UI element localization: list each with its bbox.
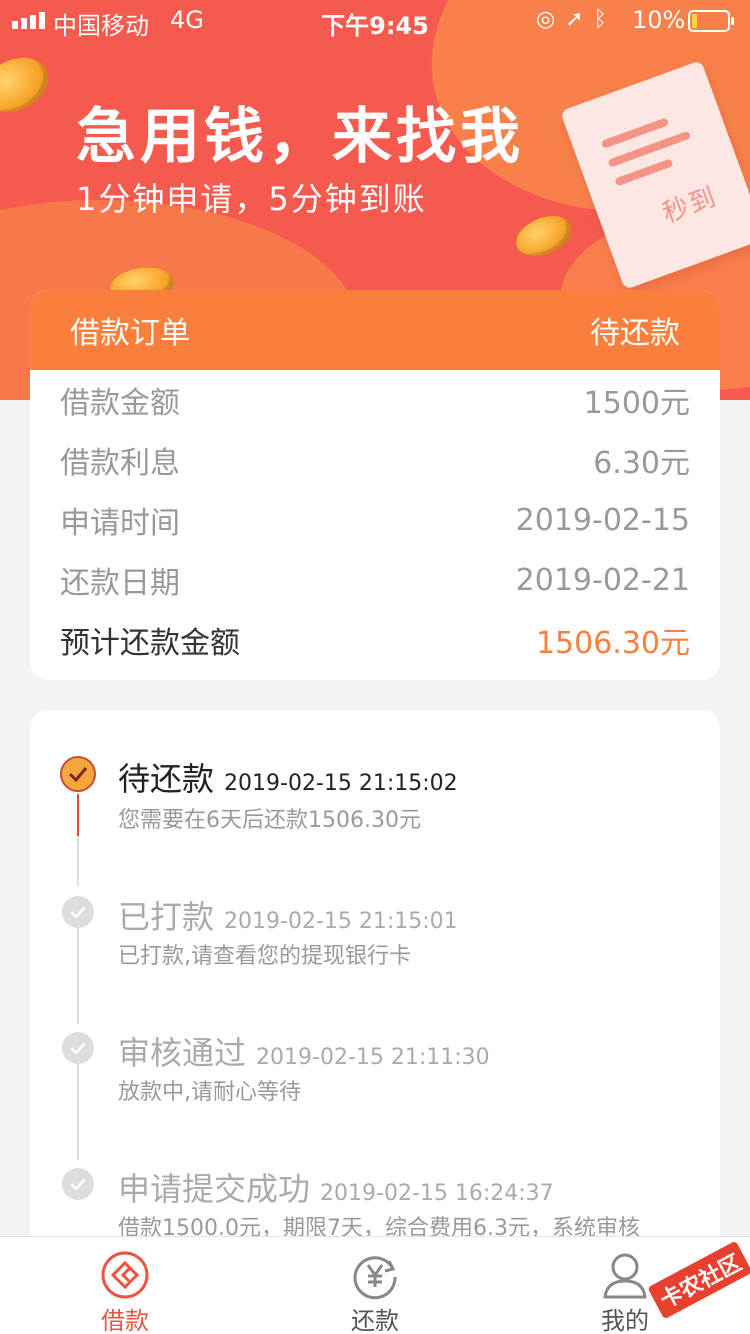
tab-label: 借款	[101, 1307, 149, 1334]
order-row-repay-date: 还款日期 2019-02-21	[30, 550, 720, 610]
check-active-icon	[60, 756, 96, 792]
loan-order-card: 借款订单 待还款 借款金额 1500元 借款利息 6.30元 申请时间 2019…	[30, 290, 720, 680]
progress-timeline: 待还款 2019-02-15 21:15:02 您需要在6天后还款1506.30元…	[30, 710, 720, 1270]
profile-icon	[603, 1253, 647, 1299]
orientation-lock-icon: ◎	[536, 7, 566, 32]
timeline-step-desc: 放款中,请耐心等待	[118, 1080, 301, 1105]
order-total-label: 预计还款金额	[60, 626, 240, 661]
timeline-step-desc: 已打款,请查看您的提现银行卡	[118, 944, 411, 969]
order-row-amount: 借款金额 1500元	[30, 370, 720, 430]
timeline-step-title: 已打款	[118, 898, 215, 936]
tab-label: 我的	[601, 1307, 649, 1334]
coin-icon	[0, 47, 58, 123]
check-icon	[62, 1168, 94, 1200]
coin-icon	[510, 208, 578, 264]
timeline-step-time: 2019-02-15 21:15:01	[224, 909, 458, 934]
order-row-value: 2019-02-15	[515, 502, 690, 538]
receipt-stamp: 秒到	[658, 181, 722, 230]
hero-subline: 1分钟申请，5分钟到账	[76, 180, 427, 218]
tab-label: 还款	[351, 1307, 399, 1334]
location-icon: ➚	[565, 7, 594, 32]
order-row-label: 申请时间	[60, 506, 180, 541]
repay-icon	[353, 1256, 397, 1300]
order-row-value: 6.30元	[593, 446, 690, 481]
timeline-connector	[77, 794, 79, 836]
timeline-connector	[77, 1064, 79, 1160]
tab-repay[interactable]: 还款	[250, 1237, 500, 1334]
battery-icon	[688, 10, 734, 32]
timeline-step-title: 申请提交成功	[118, 1170, 311, 1208]
order-status: 待还款	[590, 316, 680, 351]
loan-icon	[101, 1251, 149, 1299]
order-row-value: 2019-02-21	[515, 562, 690, 598]
timeline-step-time: 2019-02-15 16:24:37	[320, 1181, 554, 1206]
order-row-value: 1500元	[583, 386, 690, 421]
order-row-label: 借款利息	[60, 446, 180, 481]
order-row-label: 还款日期	[60, 566, 180, 601]
order-title: 借款订单	[70, 316, 190, 351]
status-icons: ◎➚ᛒ	[536, 7, 617, 32]
battery-percent: 10%	[632, 6, 686, 34]
status-bar: 中国移动 4G 下午9:45 ◎➚ᛒ 10%	[0, 0, 750, 40]
timeline-connector	[77, 928, 79, 1024]
timeline-step-time: 2019-02-15 21:15:02	[224, 771, 458, 796]
order-row-apply-date: 申请时间 2019-02-15	[30, 490, 720, 550]
tab-loan[interactable]: 借款	[0, 1237, 250, 1334]
bluetooth-icon: ᛒ	[593, 7, 617, 32]
timeline-step-title: 待还款	[118, 760, 215, 798]
order-row-label: 借款金额	[60, 386, 180, 421]
timeline-connector	[77, 836, 79, 886]
check-icon	[62, 896, 94, 928]
bottom-tab-bar: 借款 还款 我的	[0, 1236, 750, 1334]
order-row-interest: 借款利息 6.30元	[30, 430, 720, 490]
order-header: 借款订单 待还款	[30, 290, 720, 370]
timeline-step-title: 审核通过	[118, 1034, 247, 1072]
timeline-step-time: 2019-02-15 21:11:30	[256, 1045, 490, 1070]
hero-headline: 急用钱，来找我	[76, 102, 524, 172]
order-total-value: 1506.30元	[535, 626, 690, 661]
check-icon	[62, 1032, 94, 1064]
order-row-total: 预计还款金额 1506.30元	[30, 610, 720, 670]
timeline-step-desc: 您需要在6天后还款1506.30元	[118, 808, 421, 833]
